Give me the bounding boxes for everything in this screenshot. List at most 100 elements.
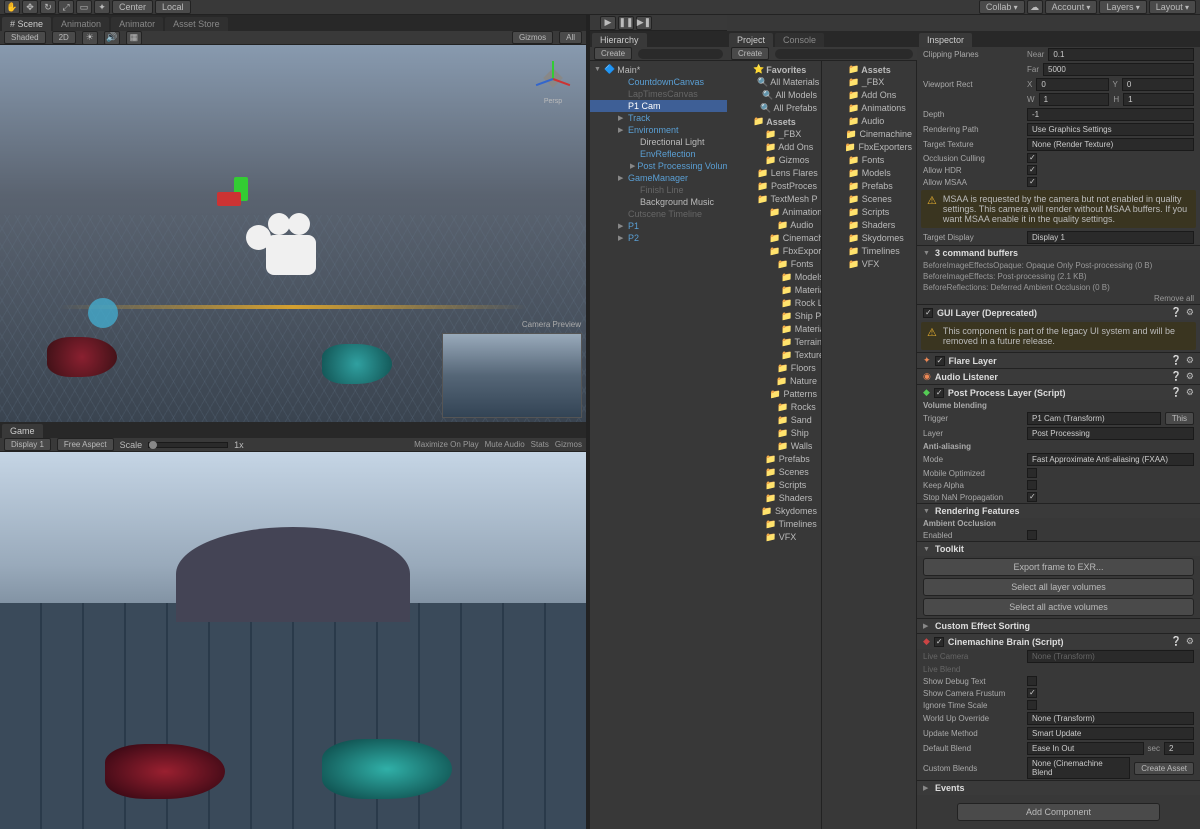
mute-toggle[interactable]: Mute Audio <box>485 440 525 449</box>
hierarchy-item[interactable]: Finish Line <box>590 184 727 196</box>
trigger-field[interactable]: P1 Cam (Transform) <box>1027 412 1161 425</box>
update-method-dropdown[interactable]: Smart Update <box>1027 727 1194 740</box>
export-exr-button[interactable]: Export frame to EXR... <box>923 558 1194 576</box>
tab-hierarchy[interactable]: Hierarchy <box>592 33 647 47</box>
mode-2d-toggle[interactable]: 2D <box>52 31 76 44</box>
project-item[interactable]: 📁 FbxExporters <box>822 141 916 154</box>
ao-enabled-checkbox[interactable] <box>1027 530 1037 540</box>
project-item[interactable]: 📁 Shaders <box>727 492 821 505</box>
project-item[interactable]: 📁 Ship Parts <box>727 310 821 323</box>
search-all[interactable]: All <box>559 31 582 44</box>
create-asset-button[interactable]: Create Asset <box>1134 762 1194 775</box>
hierarchy-item[interactable]: ▶Environment <box>590 124 727 136</box>
project-item[interactable]: 📁 Prefabs <box>822 180 916 193</box>
project-item[interactable]: 📁 Cinemachine <box>822 128 916 141</box>
hierarchy-item[interactable]: ▶GameManager <box>590 172 727 184</box>
world-up-field[interactable]: None (Transform) <box>1027 712 1194 725</box>
near-field[interactable]: 0.1 <box>1048 48 1194 61</box>
vp-h[interactable]: 1 <box>1123 93 1194 106</box>
cloud-icon[interactable]: ☁ <box>1027 0 1043 14</box>
flare-layer-component[interactable]: ✦Flare Layer❔⚙ <box>917 352 1200 368</box>
show-debug-checkbox[interactable] <box>1027 676 1037 686</box>
gear-icon[interactable]: ⚙ <box>1186 387 1194 398</box>
hierarchy-item[interactable]: CountdownCanvas <box>590 76 727 88</box>
help-icon[interactable]: ❔ <box>1171 371 1182 382</box>
tab-assetstore[interactable]: Asset Store <box>165 17 228 31</box>
lighting-toggle-icon[interactable]: ☀ <box>82 31 98 45</box>
project-item[interactable]: ⭐ Favorites <box>727 63 821 76</box>
rect-tool-icon[interactable]: ▭ <box>76 0 92 14</box>
space-toggle[interactable]: Local <box>155 0 191 14</box>
gear-icon[interactable]: ⚙ <box>1186 636 1194 647</box>
project-item[interactable]: 📁 Scripts <box>822 206 916 219</box>
project-item[interactable]: 📁 Scenes <box>727 466 821 479</box>
far-field[interactable]: 5000 <box>1043 63 1194 76</box>
project-item[interactable]: 📁 Shaders <box>822 219 916 232</box>
project-item[interactable]: 📁 Skydomes <box>727 505 821 518</box>
vp-x[interactable]: 0 <box>1036 78 1108 91</box>
remove-all-link[interactable]: Remove all <box>1154 294 1194 303</box>
maximize-toggle[interactable]: Maximize On Play <box>414 440 478 449</box>
project-item[interactable]: 📁 Animations <box>822 102 916 115</box>
show-frustum-checkbox[interactable] <box>1027 688 1037 698</box>
hierarchy-item[interactable]: Background Music <box>590 196 727 208</box>
tab-scene[interactable]: # Scene <box>2 17 51 31</box>
render-path-dropdown[interactable]: Use Graphics Settings <box>1027 123 1194 136</box>
this-button[interactable]: This <box>1165 412 1194 425</box>
project-item[interactable]: 📁 VFX <box>727 531 821 544</box>
cmd-buffers-foldout[interactable]: ▼3 command buffers <box>917 245 1200 260</box>
tab-project[interactable]: Project <box>729 33 773 47</box>
pivot-toggle[interactable]: Center <box>112 0 153 14</box>
project-item[interactable]: 📁 Gizmos <box>727 154 821 167</box>
project-item[interactable]: 📁 VFX <box>822 258 916 271</box>
project-item[interactable]: 📁 Sand <box>727 414 821 427</box>
project-item[interactable]: 🔍 All Materials <box>727 76 821 89</box>
project-item[interactable]: 📁 _FBX <box>727 128 821 141</box>
project-item[interactable]: 📁 Audio <box>727 219 821 232</box>
blend-dropdown[interactable]: Ease In Out <box>1027 742 1144 755</box>
project-item[interactable]: 📁 Scripts <box>727 479 821 492</box>
help-icon[interactable]: ❔ <box>1171 387 1182 398</box>
project-item[interactable]: 📁 Animations <box>727 206 821 219</box>
hdr-checkbox[interactable] <box>1027 165 1037 175</box>
hierarchy-item[interactable]: Cutscene Timeline <box>590 208 727 220</box>
project-item[interactable]: 📁 Assets <box>822 63 916 76</box>
project-folders[interactable]: ⭐ Favorites🔍 All Materials🔍 All Models🔍 … <box>727 61 822 829</box>
help-icon[interactable]: ❔ <box>1171 355 1182 366</box>
custom-sort-foldout[interactable]: ▶Custom Effect Sorting <box>917 618 1200 633</box>
hierarchy-create[interactable]: Create <box>594 47 632 60</box>
ignore-time-checkbox[interactable] <box>1027 700 1037 710</box>
occlusion-checkbox[interactable] <box>1027 153 1037 163</box>
tab-console[interactable]: Console <box>775 33 824 47</box>
project-item[interactable]: 📁 Assets <box>727 115 821 128</box>
project-item[interactable]: 📁 FbxExporters <box>727 245 821 258</box>
project-item[interactable]: 📁 Fonts <box>727 258 821 271</box>
pause-button-icon[interactable]: ❚❚ <box>618 16 634 30</box>
events-foldout[interactable]: ▶Events <box>917 780 1200 795</box>
project-item[interactable]: 📁 Models <box>727 271 821 284</box>
project-item[interactable]: 📁 Models <box>822 167 916 180</box>
project-search[interactable] <box>775 49 913 59</box>
layout-dropdown[interactable]: Layout ▾ <box>1149 0 1196 14</box>
select-active-volumes-button[interactable]: Select all active volumes <box>923 598 1194 616</box>
select-layer-volumes-button[interactable]: Select all layer volumes <box>923 578 1194 596</box>
tab-game[interactable]: Game <box>2 424 43 438</box>
aa-mode-dropdown[interactable]: Fast Approximate Anti-aliasing (FXAA) <box>1027 453 1194 466</box>
custom-blends-field[interactable]: None (Cinemachine Blend <box>1027 757 1130 779</box>
gizmos-dropdown[interactable]: Gizmos <box>512 31 553 44</box>
project-item[interactable]: 📁 Material- <box>727 323 821 336</box>
project-item[interactable]: 📁 Fonts <box>822 154 916 167</box>
project-item[interactable]: 📁 Floors <box>727 362 821 375</box>
project-item[interactable]: 📁 TextMesh P <box>727 193 821 206</box>
project-item[interactable]: 📁 Timelines <box>727 518 821 531</box>
project-item[interactable]: 📁 Scenes <box>822 193 916 206</box>
target-display-dropdown[interactable]: Display 1 <box>1027 231 1194 244</box>
project-create[interactable]: Create <box>731 47 769 60</box>
tab-animator[interactable]: Animator <box>111 17 163 31</box>
toolkit-foldout[interactable]: ▼Toolkit <box>917 541 1200 556</box>
display-dropdown[interactable]: Display 1 <box>4 438 51 451</box>
hierarchy-item[interactable]: P1 Cam <box>590 100 727 112</box>
hierarchy-item[interactable]: LapTimesCanvas <box>590 88 727 100</box>
shading-mode[interactable]: Shaded <box>4 31 46 44</box>
project-item[interactable]: 🔍 All Prefabs <box>727 102 821 115</box>
